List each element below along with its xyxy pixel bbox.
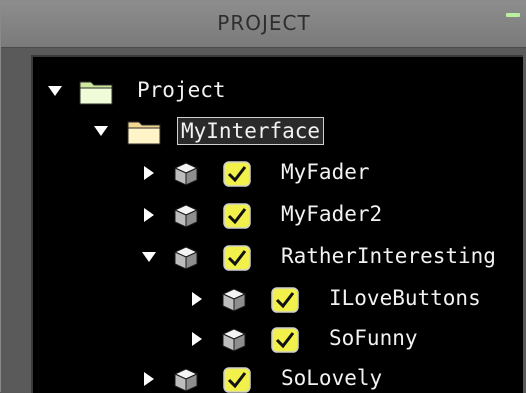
checkbox-checked-icon[interactable] (271, 327, 299, 358)
project-tree[interactable]: Project MyInterface MyFader MyFader2 Rat… (31, 55, 523, 393)
expand-down-arrow-icon[interactable] (93, 123, 109, 139)
cube-icon (173, 161, 199, 192)
checkbox-checked-icon[interactable] (223, 367, 251, 393)
minimize-icon[interactable] (506, 13, 520, 17)
panel-title: PROJECT (217, 11, 311, 35)
tree-label: MyFader2 (281, 202, 383, 226)
tree-label: MyFader (281, 160, 370, 184)
tree-row-ratherinteresting[interactable]: RatherInteresting (33, 237, 523, 277)
checkbox-checked-icon[interactable] (271, 287, 299, 318)
checkbox-checked-icon[interactable] (223, 161, 251, 192)
tree-row-myfader2[interactable]: MyFader2 (33, 195, 523, 235)
folder-open-icon (79, 79, 113, 110)
expand-right-arrow-icon[interactable] (141, 371, 157, 387)
tree-label: SoFunny (329, 326, 418, 350)
tree-label: ILoveButtons (329, 286, 481, 310)
cube-icon (173, 367, 199, 393)
cube-icon (221, 287, 247, 318)
tree-label: RatherInteresting (281, 244, 496, 268)
expand-down-arrow-icon[interactable] (47, 83, 63, 99)
project-panel: PROJECT Project MyInterface MyFader MyFa… (0, 0, 526, 393)
expand-down-arrow-icon[interactable] (141, 249, 157, 265)
expand-right-arrow-icon[interactable] (141, 165, 157, 181)
folder-open-icon (127, 119, 161, 150)
tree-row-sofunny[interactable]: SoFunny (33, 319, 523, 359)
tree-row-myfader[interactable]: MyFader (33, 153, 523, 193)
cube-icon (173, 203, 199, 234)
cube-icon (173, 245, 199, 276)
expand-right-arrow-icon[interactable] (141, 207, 157, 223)
tree-row-myinterface[interactable]: MyInterface (33, 111, 523, 151)
tree-row-ilovebuttons[interactable]: ILoveButtons (33, 279, 523, 319)
tree-label: SoLovely (281, 366, 383, 390)
cube-icon (221, 327, 247, 358)
expand-right-arrow-icon[interactable] (189, 291, 205, 307)
tree-label-selected[interactable]: MyInterface (177, 117, 325, 145)
tree-row-project[interactable]: Project (33, 71, 523, 111)
tree-label: Project (137, 78, 226, 102)
expand-right-arrow-icon[interactable] (189, 331, 205, 347)
tree-row-solovely[interactable]: SoLovely (33, 359, 523, 393)
panel-header[interactable]: PROJECT (1, 1, 526, 48)
checkbox-checked-icon[interactable] (223, 203, 251, 234)
checkbox-checked-icon[interactable] (223, 245, 251, 276)
